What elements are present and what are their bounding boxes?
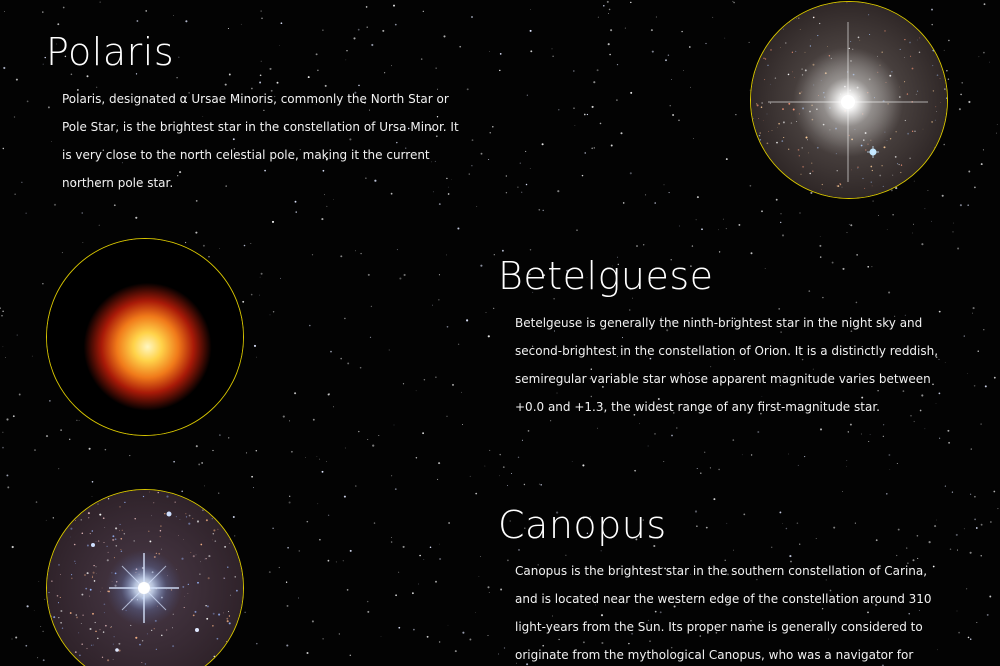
star-image-betelgeuse — [46, 238, 244, 436]
polaris-photo — [751, 2, 947, 198]
star-description-polaris: Polaris, designated α Ursae Minoris, com… — [62, 92, 459, 190]
star-image-polaris — [750, 1, 948, 199]
betelgeuse-photo — [47, 239, 243, 435]
star-description-canopus: Canopus is the brightest star in the sou… — [515, 564, 932, 662]
star-title-polaris: Polaris — [46, 30, 175, 74]
star-title-betelgeuse: Betelguese — [498, 254, 714, 298]
canopus-photo — [47, 490, 243, 666]
star-description-betelgeuse: Betelgeuse is generally the ninth-bright… — [515, 316, 939, 414]
star-catalog-page: Polaris Polaris, designated α Ursae Mino… — [0, 0, 1000, 666]
star-title-canopus: Canopus — [498, 503, 667, 547]
